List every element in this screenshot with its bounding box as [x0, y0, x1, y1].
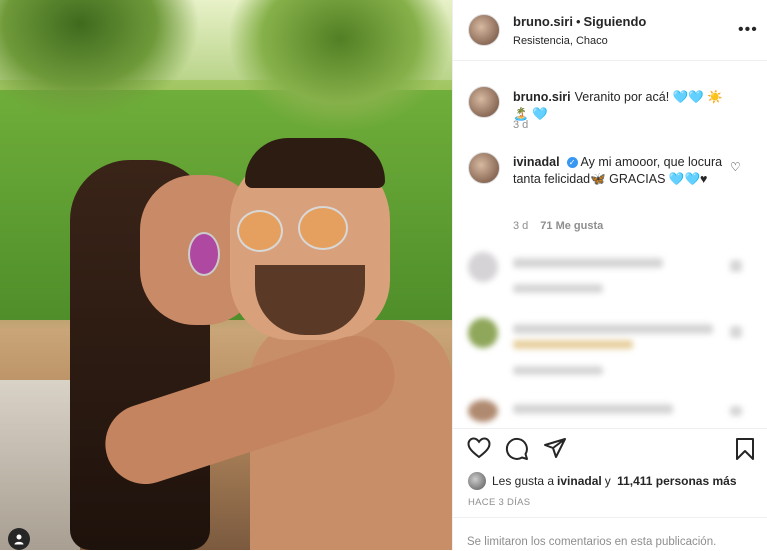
blurred-comment-line	[513, 324, 713, 334]
blurred-comment-meta	[513, 284, 603, 293]
blurred-avatar	[468, 400, 498, 422]
likes-summary: Les gusta a ivinadal y 11,411 personas más	[468, 472, 740, 490]
blurred-heart	[730, 406, 742, 416]
comment-time[interactable]: 3 d	[513, 220, 528, 232]
verified-badge-icon: ✓	[566, 157, 578, 169]
blurred-heart	[730, 326, 742, 338]
person-icon	[14, 534, 24, 545]
comment-username[interactable]: ivinadal	[513, 155, 560, 169]
save-bookmark-icon[interactable]	[735, 437, 755, 461]
caption: bruno.siri Veranito por acá! 🩵🩵 ☀️ 🏝️ 🩵	[513, 89, 728, 123]
header-title: bruno.siri • Siguiendo	[513, 14, 646, 29]
post-photo[interactable]	[0, 0, 452, 550]
blurred-avatar	[468, 318, 498, 348]
liker-avatar[interactable]	[468, 472, 486, 490]
photo-palm-left	[0, 0, 200, 120]
likes-user[interactable]: ivinadal	[557, 474, 602, 488]
comments-limited-notice: Se limitaron los comentarios en esta pub…	[453, 517, 767, 551]
post-side-panel: bruno.siri • Siguiendo Resistencia, Chaco …	[453, 0, 767, 550]
photo-sunglass-right	[298, 206, 348, 250]
like-heart-icon[interactable]	[467, 437, 491, 459]
blurred-comment-meta	[513, 366, 603, 375]
blurred-heart	[730, 260, 742, 272]
likes-joiner: y	[604, 474, 611, 488]
comment-like-heart-icon[interactable]: ♡	[730, 160, 741, 174]
comment-likes[interactable]: 71 Me gusta	[540, 220, 603, 232]
author-avatar[interactable]	[468, 14, 500, 46]
photo-man-hair	[245, 138, 385, 188]
photo-sunglass-woman	[188, 232, 220, 276]
post-date[interactable]: HACE 3 DÍAS	[468, 497, 530, 508]
comments-limited-text: Se limitaron los comentarios en esta pub…	[467, 536, 717, 548]
blurred-avatar	[468, 252, 498, 282]
blurred-comment-line	[513, 340, 633, 349]
likes-prefix: Les gusta a	[492, 474, 555, 488]
likes-count[interactable]: 11,411 personas más	[617, 474, 736, 488]
share-paper-plane-icon[interactable]	[543, 437, 567, 459]
follow-status-button[interactable]: Siguiendo	[584, 14, 647, 29]
comment-avatar[interactable]	[468, 152, 500, 184]
separator-dot: •	[575, 14, 581, 29]
photo-sunglass-left	[237, 210, 283, 252]
author-username[interactable]: bruno.siri	[513, 14, 573, 29]
comment-item: ivinadal ✓ Ay mi amooor, que locura tanta …	[513, 154, 728, 188]
blurred-comment-line	[513, 258, 663, 268]
caption-meta: 3 d	[513, 119, 528, 131]
more-dots-icon[interactable]: •••	[738, 22, 758, 38]
post-actions-bar	[453, 428, 767, 469]
comment-meta: 3 d 71 Me gusta	[513, 220, 603, 232]
photo-railing	[0, 380, 80, 550]
caption-author-avatar[interactable]	[468, 86, 500, 118]
photo-palm-right	[230, 0, 450, 130]
tagged-user-icon[interactable]	[8, 528, 30, 550]
caption-time[interactable]: 3 d	[513, 119, 528, 131]
caption-username[interactable]: bruno.siri	[513, 90, 571, 104]
post-header: bruno.siri • Siguiendo Resistencia, Chaco …	[453, 0, 767, 61]
post-location[interactable]: Resistencia, Chaco	[513, 35, 608, 47]
comment-bubble-icon[interactable]	[505, 437, 529, 461]
blurred-comment-line	[513, 404, 673, 414]
